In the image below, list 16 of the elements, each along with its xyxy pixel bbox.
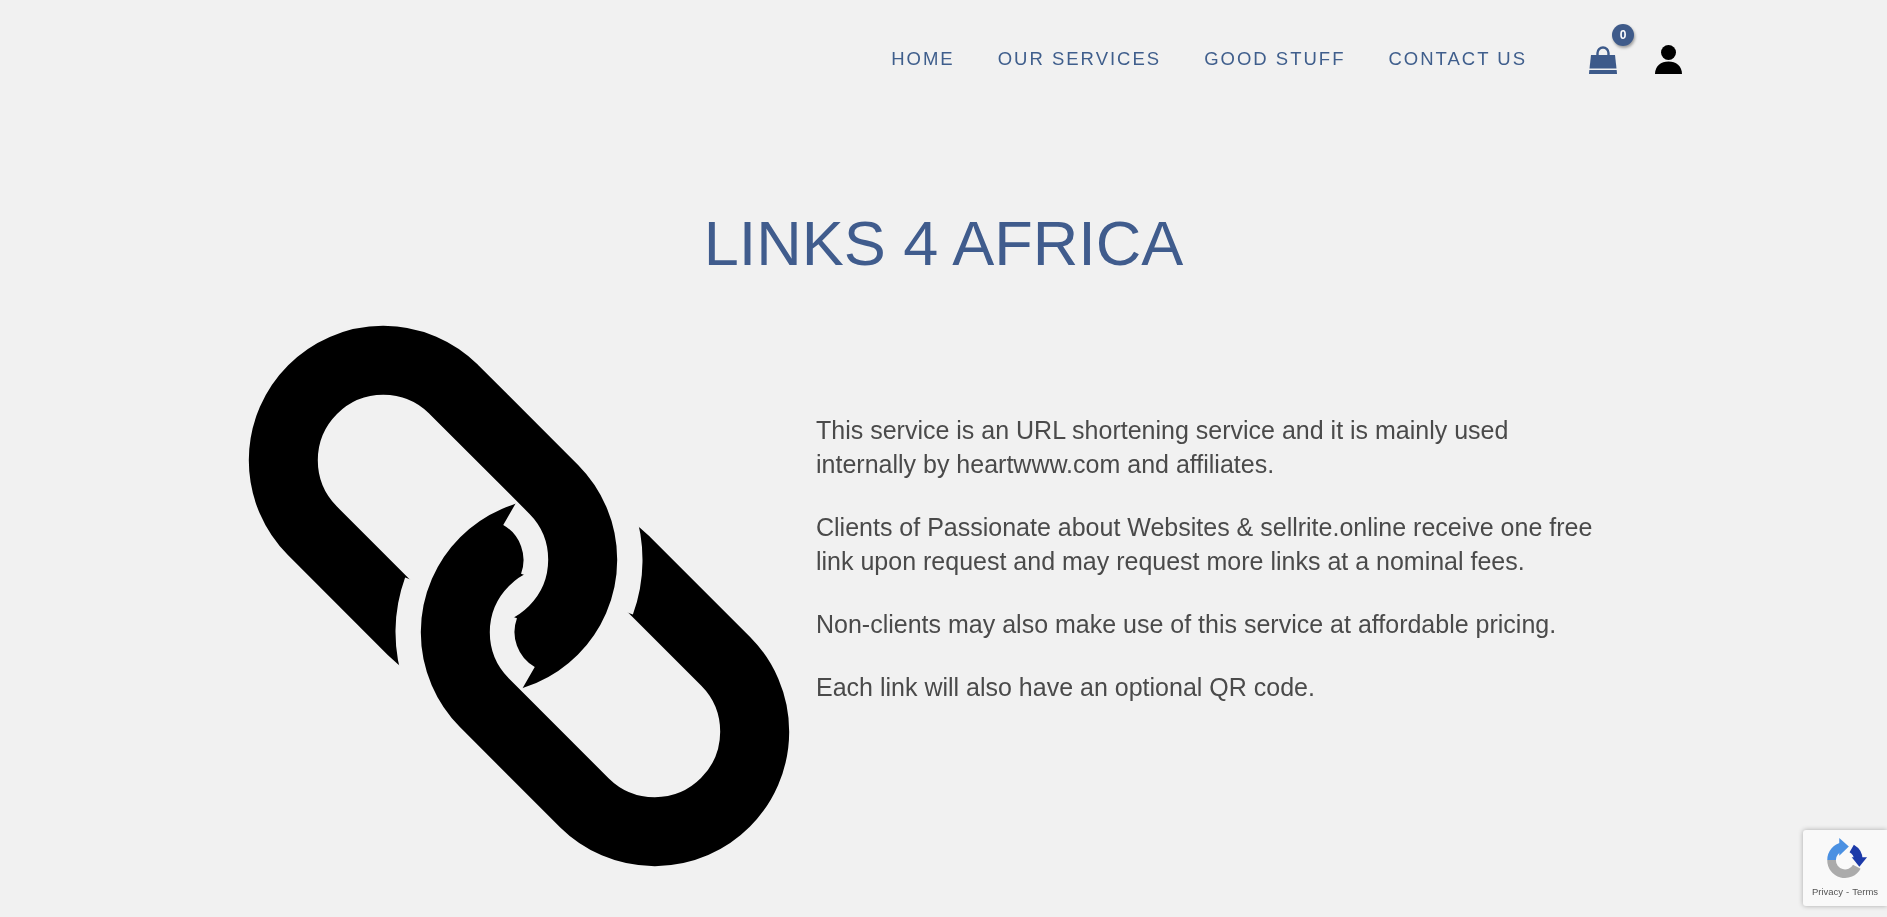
chain-link-icon — [248, 325, 790, 867]
privacy-link[interactable]: Privacy — [1811, 886, 1844, 897]
terms-link[interactable]: Terms — [1852, 886, 1879, 897]
description-paragraph: Clients of Passionate about Websites & sellrite.online receive one free link upon request and may request more links at a nominal fees. — [816, 512, 1594, 577]
nav-link[interactable]: OUR SERVICES — [997, 49, 1162, 69]
description-paragraph: Non-clients may also make use of this service at affordable pricing. — [816, 609, 1558, 640]
page-title: LINKS 4 AFRICA — [702, 207, 1185, 280]
description-paragraph: This service is an URL shortening service and it is mainly used internally by heartwww.com and affiliates. — [816, 415, 1510, 480]
cart-count-badge: 0 — [1612, 23, 1634, 46]
nav-link[interactable]: GOOD STUFF — [1204, 49, 1346, 69]
nav-link[interactable]: HOME — [891, 49, 955, 69]
user-icon[interactable] — [1655, 44, 1682, 74]
nav-link[interactable]: CONTACT US — [1388, 49, 1527, 69]
shopping-bag-icon[interactable] — [1587, 44, 1619, 74]
description-paragraph: Each link will also have an optional QR code. — [816, 672, 1316, 703]
link-separator: - — [1846, 886, 1850, 897]
